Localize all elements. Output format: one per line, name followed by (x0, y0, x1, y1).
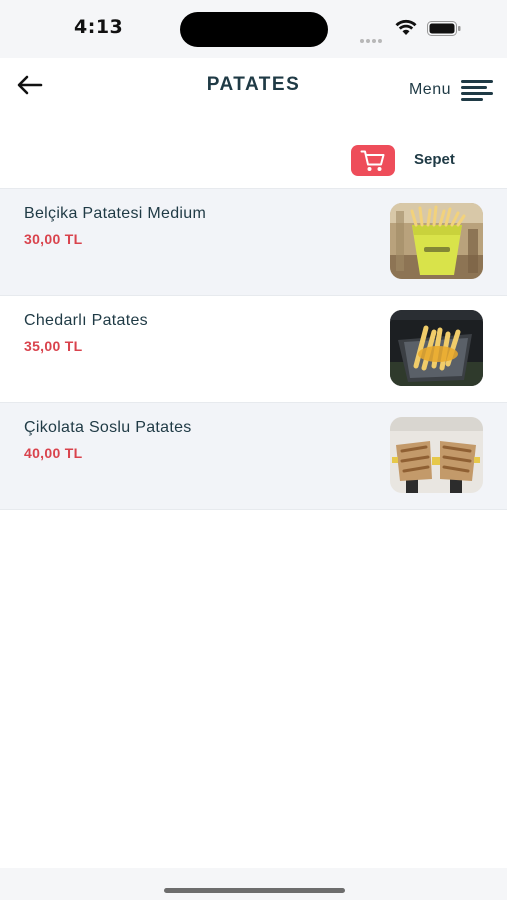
cart-label[interactable]: Sepet (414, 151, 455, 168)
product-name: Chedarlı Patates (24, 312, 148, 329)
product-item[interactable]: Belçika Patatesi Medium 30,00 TL (0, 189, 507, 296)
menu-label: Menu (408, 81, 451, 98)
product-price: 35,00 TL (24, 338, 83, 354)
cart-row: Sepet (0, 118, 507, 188)
shopping-cart-icon (360, 150, 385, 171)
app-screen: 4:13 PATATES Menu Sepet Belçika Patatesi… (0, 0, 507, 900)
cart-button[interactable] (351, 145, 395, 176)
product-image (390, 310, 483, 386)
product-price: 30,00 TL (24, 231, 83, 247)
home-indicator-area (0, 868, 507, 900)
product-item[interactable]: Chedarlı Patates 35,00 TL (0, 296, 507, 403)
product-item[interactable]: Çikolata Soslu Patates 40,00 TL (0, 403, 507, 510)
dynamic-island (180, 12, 328, 47)
cellular-signal-icon (360, 28, 386, 43)
home-indicator[interactable] (164, 888, 345, 893)
product-image (390, 203, 483, 279)
wifi-icon (395, 19, 417, 35)
navigation-header: PATATES Menu (0, 58, 507, 118)
product-price: 40,00 TL (24, 445, 83, 461)
menu-button[interactable]: Menu (409, 78, 493, 102)
product-list: Belçika Patatesi Medium 30,00 TL Chedarl… (0, 188, 507, 510)
battery-icon (427, 21, 461, 36)
product-name: Çikolata Soslu Patates (24, 419, 192, 436)
status-time: 4:13 (74, 16, 124, 38)
product-image (390, 417, 483, 493)
status-bar: 4:13 (0, 0, 507, 58)
hamburger-icon (461, 80, 493, 101)
product-name: Belçika Patatesi Medium (24, 205, 207, 222)
